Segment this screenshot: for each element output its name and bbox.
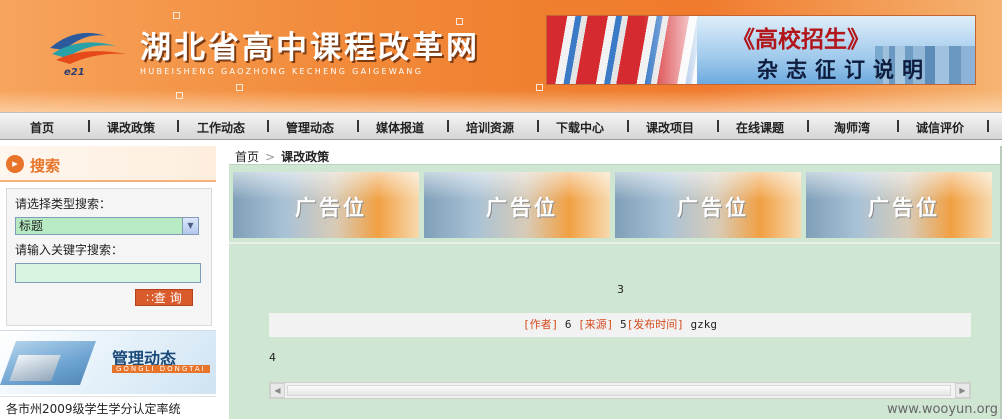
search-keyword-label: 请输入关键字搜索： bbox=[15, 243, 124, 257]
magazine-banner[interactable]: 《高校招生》 杂志征订说明 bbox=[546, 15, 976, 85]
publish-time-label: [发布时间] bbox=[626, 318, 684, 331]
nav-separator bbox=[357, 120, 359, 132]
nav-separator bbox=[177, 120, 179, 132]
source-value: 5 bbox=[620, 318, 627, 331]
nav-separator bbox=[897, 120, 899, 132]
article-body: 4 bbox=[269, 351, 276, 364]
left-sidebar: ▸ 搜索 请选择类型搜索： 标题 ▼ 请输入关键字搜索： ∷查 询 管理动态 G… bbox=[0, 146, 216, 419]
breadcrumb-home[interactable]: 首页 bbox=[235, 150, 259, 164]
nav-item-media[interactable]: 媒体报道 bbox=[376, 119, 424, 136]
author-label: [作者] bbox=[523, 318, 559, 331]
header-fade bbox=[0, 90, 1002, 112]
author-value: 6 bbox=[564, 318, 572, 331]
nav-item-online-topics[interactable]: 在线课题 bbox=[736, 119, 784, 136]
nav-separator bbox=[447, 120, 449, 132]
breadcrumb: 首页 > 课改政策 bbox=[229, 146, 1002, 165]
chevron-down-icon[interactable]: ▼ bbox=[182, 218, 198, 234]
search-type-select[interactable]: 标题 ▼ bbox=[15, 217, 199, 235]
site-title[interactable]: 湖北省高中课程改革网 bbox=[140, 22, 480, 67]
ad-slot[interactable]: 广告位 bbox=[615, 172, 801, 238]
nav-item-home[interactable]: 首页 bbox=[30, 119, 54, 136]
banner-subtitle: 杂志征订说明 bbox=[757, 58, 931, 82]
banner-title: 《高校招生》 bbox=[732, 26, 870, 53]
nav-separator bbox=[717, 120, 719, 132]
logo-text: e21 bbox=[64, 67, 85, 78]
main-content: 首页 > 课改政策 广告位 广告位 广告位 广告位 3 [作者] 6 [来源] 5[… bbox=[229, 146, 1002, 419]
nav-item-downloads[interactable]: 下载中心 bbox=[556, 119, 604, 136]
ad-label: 广告位 bbox=[868, 196, 940, 220]
nav-item-integrity[interactable]: 诚信评价 bbox=[916, 119, 964, 136]
search-type-value: 标题 bbox=[19, 219, 44, 233]
nav-separator bbox=[88, 120, 90, 132]
breadcrumb-current[interactable]: 课改政策 bbox=[281, 150, 329, 164]
site-header: e21 湖北省高中课程改革网 HUBEISHENG GAOZHONG KECHE… bbox=[0, 0, 1002, 112]
scrollbar-thumb[interactable] bbox=[287, 385, 951, 396]
search-type-label: 请选择类型搜索： bbox=[15, 197, 112, 211]
page: e21 湖北省高中课程改革网 HUBEISHENG GAOZHONG KECHE… bbox=[0, 0, 1002, 419]
news-list-item[interactable]: 各市州2009级学生学分认定率统 bbox=[0, 396, 216, 418]
ad-row: 广告位 广告位 广告位 广告位 bbox=[233, 172, 1002, 238]
ad-label: 广告位 bbox=[486, 196, 558, 220]
watermark: www.wooyun.org bbox=[886, 402, 998, 417]
search-title: 搜索 bbox=[30, 157, 61, 175]
management-news-banner[interactable]: 管理动态 GONGLI DONGTAI bbox=[0, 330, 216, 394]
nav-item-training[interactable]: 培训资源 bbox=[466, 119, 514, 136]
nav-item-projects[interactable]: 课改项目 bbox=[646, 119, 694, 136]
nav-item-work-news[interactable]: 工作动态 bbox=[197, 119, 245, 136]
ad-label: 广告位 bbox=[677, 196, 749, 220]
nav-separator bbox=[537, 120, 539, 132]
search-panel: 请选择类型搜索： 标题 ▼ 请输入关键字搜索： ∷查 询 bbox=[6, 188, 212, 326]
search-header: ▸ 搜索 bbox=[0, 146, 216, 182]
search-keyword-input[interactable] bbox=[15, 263, 201, 283]
horizontal-scrollbar[interactable]: ◀ ▶ bbox=[269, 382, 971, 399]
scroll-left-icon[interactable]: ◀ bbox=[270, 383, 285, 398]
scroll-right-icon[interactable]: ▶ bbox=[955, 383, 970, 398]
nav-separator bbox=[267, 120, 269, 132]
search-button[interactable]: ∷查 询 bbox=[135, 289, 193, 306]
site-pinyin: HUBEISHENG GAOZHONG KECHENG GAIGEWANG bbox=[140, 67, 424, 76]
breadcrumb-arrow-icon: > bbox=[265, 150, 276, 164]
main-nav: 首页 课改政策 工作动态 管理动态 媒体报道 培训资源 下载中心 课改项目 在线… bbox=[0, 112, 1002, 140]
nav-separator bbox=[987, 120, 989, 132]
article-title: 3 bbox=[617, 283, 624, 296]
ad-slot[interactable]: 广告位 bbox=[233, 172, 419, 238]
publish-time-value: gzkg bbox=[690, 318, 718, 331]
nav-item-management-news[interactable]: 管理动态 bbox=[286, 119, 334, 136]
search-arrow-icon: ▸ bbox=[6, 155, 24, 173]
nav-separator bbox=[627, 120, 629, 132]
management-news-subtitle: GONGLI DONGTAI bbox=[112, 365, 210, 373]
nav-item-policy[interactable]: 课改政策 bbox=[107, 119, 155, 136]
ad-label: 广告位 bbox=[295, 196, 367, 220]
source-label: [来源] bbox=[578, 318, 614, 331]
content-divider bbox=[229, 242, 1002, 244]
ad-slot[interactable]: 广告位 bbox=[424, 172, 610, 238]
nav-item-taoshiwan[interactable]: 淘师湾 bbox=[834, 119, 870, 136]
decor-square bbox=[173, 12, 180, 19]
magazine-covers-image bbox=[547, 16, 707, 84]
ad-slot[interactable]: 广告位 bbox=[806, 172, 992, 238]
article-meta: [作者] 6 [来源] 5[发布时间] gzkg bbox=[269, 313, 971, 337]
logo-icon[interactable]: e21 bbox=[46, 22, 132, 78]
nav-separator bbox=[807, 120, 809, 132]
